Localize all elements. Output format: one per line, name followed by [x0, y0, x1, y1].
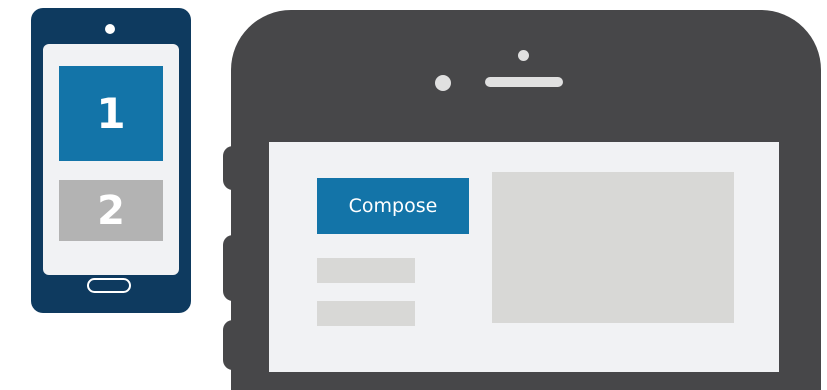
list-item-placeholder: [317, 301, 415, 326]
large-phone-camera-icon: [518, 50, 529, 61]
speaker-icon: [485, 77, 563, 87]
proximity-sensor-icon: [435, 75, 451, 91]
tile-1: 1: [59, 66, 163, 161]
large-phone: Compose: [231, 10, 821, 390]
tile-2: 2: [59, 180, 163, 241]
large-phone-screen: Compose: [269, 142, 779, 372]
compose-button[interactable]: Compose: [317, 178, 469, 234]
home-button-icon: [87, 278, 131, 293]
small-phone-screen: 1 2: [43, 44, 179, 275]
small-phone-camera-icon: [105, 24, 115, 34]
list-item-placeholder: [317, 258, 415, 283]
small-phone: 1 2: [31, 8, 191, 313]
content-panel-placeholder: [492, 172, 734, 323]
